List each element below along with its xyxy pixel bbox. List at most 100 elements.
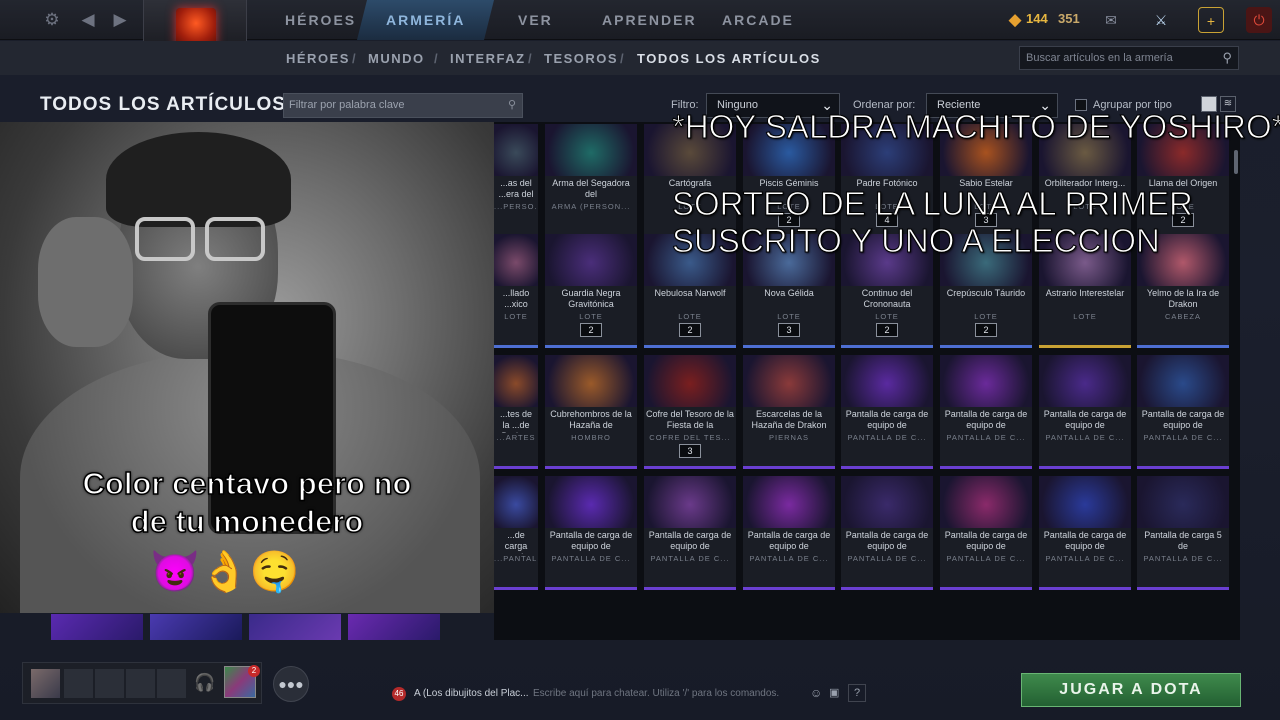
list-item[interactable]: Escarcelas de la Hazaña de Drakon PIERNAS (743, 355, 835, 469)
overlay-giveaway: SORTEO DE LA LUNA AL PRIMER (672, 185, 1194, 223)
armory-search-input[interactable]: Buscar artículos en la armería ⚲ (1019, 46, 1239, 70)
list-item[interactable]: Pantalla de carga de equipo de PANTALLA D… (940, 355, 1032, 469)
item-rarity-bar (841, 587, 933, 590)
gear-icon[interactable]: ⚙ (40, 8, 64, 32)
item-thumbnail (545, 234, 637, 286)
help-icon[interactable]: ? (848, 684, 866, 702)
item-name: Arma del Segadora del (552, 178, 630, 199)
item-category: ARMA (PERSON... (551, 202, 631, 211)
list-item[interactable]: Pantalla de carga de equipo de PANTALLA D… (545, 476, 637, 590)
list-item[interactable]: Pantalla de carga de equipo de PANTALLA D… (1039, 476, 1131, 590)
item-thumbnail (494, 124, 538, 176)
party-slot[interactable] (95, 669, 124, 698)
party-slot[interactable] (126, 669, 155, 698)
item-name: Pantalla de carga de equipo de (944, 409, 1028, 430)
list-item[interactable]: Pantalla de carga 5 de PANTALLA DE C... (1137, 476, 1229, 590)
nav-armory[interactable]: ARMERÍA (357, 0, 495, 40)
list-item[interactable]: ...de carga ...equipo de...PANTALLA DE C… (494, 476, 538, 590)
crumb-treasures[interactable]: TESOROS (544, 51, 618, 66)
list-item[interactable]: Pantalla de carga de equipo de PANTALLA D… (1039, 355, 1131, 469)
list-item[interactable]: ...tes de la ...de Drakon...ARTES (494, 355, 538, 469)
item-thumbnail (494, 476, 538, 528)
item-thumbnail (743, 355, 835, 407)
play-dota-button[interactable]: JUGAR A DOTA (1021, 673, 1241, 707)
item-count-badge: 2 (876, 323, 898, 337)
item-thumbnail (545, 355, 637, 407)
item-count-badge: 2 (975, 323, 997, 337)
item-category: LOTE (1073, 312, 1097, 321)
item-rarity-bar (494, 345, 538, 348)
item-name: ...as del ...era del (498, 178, 534, 199)
crumb-heroes[interactable]: HÉROES (286, 51, 350, 66)
item-category: LOTE (504, 312, 528, 321)
item-thumbnail (545, 476, 637, 528)
inventory-icon[interactable]: ⚔ (1148, 7, 1174, 33)
item-category: PIERNAS (769, 433, 809, 442)
nav-arcade[interactable]: ARCADE (722, 0, 794, 40)
chat-channel[interactable]: A (Los dibujitos del Plac... (414, 688, 529, 699)
item-category: ...ARTES (496, 433, 536, 442)
list-item[interactable]: Arma del Segadora del ARMA (PERSON... (545, 124, 637, 238)
meme-emoji: 😈👌🤤 (150, 550, 300, 594)
top-bar: ⚙ ◀ ▶ HÉROES ARMERÍA VER APRENDER ARCADE… (0, 0, 1280, 48)
crumb-all-items[interactable]: TODOS LOS ARTÍCULOS (637, 51, 821, 66)
item-rarity-bar (841, 345, 933, 348)
list-item[interactable]: Pantalla de carga de equipo de PANTALLA D… (841, 355, 933, 469)
group-icon[interactable]: ●●● (273, 666, 309, 702)
item-count-badge: 3 (679, 444, 701, 458)
forward-icon[interactable]: ▶ (108, 8, 132, 32)
list-item[interactable]: Pantalla de carga de equipo de PANTALLA D… (1137, 355, 1229, 469)
plus-icon[interactable]: + (1198, 7, 1224, 33)
item-rarity-bar (743, 466, 835, 469)
list-item[interactable]: Cofre del Tesoro de la Fiesta de la COFRE… (644, 355, 736, 469)
crumb-world[interactable]: MUNDO (368, 51, 425, 66)
crumb-interface[interactable]: INTERFAZ (450, 51, 526, 66)
list-item[interactable] (150, 614, 242, 640)
item-thumbnail (1137, 476, 1229, 528)
list-item[interactable]: ...llado ...xico LOTE (494, 234, 538, 348)
photo-hand (38, 217, 133, 347)
nav-watch[interactable]: VER (518, 0, 553, 40)
item-category: LOTE (777, 312, 801, 321)
list-item[interactable]: Pantalla de carga de equipo de PANTALLA D… (644, 476, 736, 590)
armory-search-placeholder: Buscar artículos en la armería (1026, 52, 1173, 64)
item-name: Guardia Negra Gravitónica (561, 288, 621, 309)
item-name: Continuo del Crononauta (861, 288, 913, 309)
list-item[interactable]: Cubrehombros de la Hazaña de HOMBRO (545, 355, 637, 469)
item-rarity-bar (644, 587, 736, 590)
back-icon[interactable]: ◀ (76, 8, 100, 32)
chat-input[interactable]: Escribe aquí para chatear. Utiliza '/' p… (533, 688, 779, 699)
headset-icon[interactable]: 🎧 (193, 671, 217, 695)
keyword-filter-input[interactable]: Filtrar por palabra clave ⚲ (283, 93, 523, 118)
crumb-separator: / (528, 51, 534, 66)
scrollbar[interactable] (1234, 150, 1238, 174)
crumb-separator: / (620, 51, 626, 66)
avatar[interactable] (31, 669, 60, 698)
party-slot[interactable] (157, 669, 186, 698)
item-name: Cofre del Tesoro de la Fiesta de la (646, 409, 734, 430)
list-item[interactable] (348, 614, 440, 640)
mail-icon[interactable]: ✉ (1098, 7, 1124, 33)
screenshot-icon[interactable]: ▣ (829, 686, 839, 699)
list-item[interactable]: Guardia Negra Gravitónica LOTE 2 (545, 234, 637, 348)
list-item[interactable]: Pantalla de carga de equipo de PANTALLA D… (940, 476, 1032, 590)
item-rarity-bar (1039, 587, 1131, 590)
item-rarity-bar (1137, 345, 1229, 348)
item-thumbnail (940, 355, 1032, 407)
list-item[interactable] (249, 614, 341, 640)
meme-caption-line: de tu monedero (130, 503, 364, 540)
emoji-icon[interactable]: ☺ (810, 686, 822, 700)
item-name: Pantalla de carga de equipo de (1043, 530, 1127, 551)
item-rarity-bar (1039, 466, 1131, 469)
nav-learn[interactable]: APRENDER (602, 0, 697, 40)
nav-heroes[interactable]: HÉROES (285, 0, 356, 40)
list-item[interactable]: Pantalla de carga de equipo de PANTALLA D… (841, 476, 933, 590)
item-name: Pantalla de carga de equipo de (845, 409, 929, 430)
list-item[interactable]: Pantalla de carga de equipo de PANTALLA D… (743, 476, 835, 590)
item-category: ...PERSO... (494, 202, 538, 211)
party-slot[interactable] (64, 669, 93, 698)
power-icon[interactable]: ⏻ (1246, 7, 1272, 33)
item-thumbnail (743, 476, 835, 528)
list-item[interactable] (51, 614, 143, 640)
list-item[interactable]: ...as del ...era del ...PERSO... (494, 124, 538, 238)
